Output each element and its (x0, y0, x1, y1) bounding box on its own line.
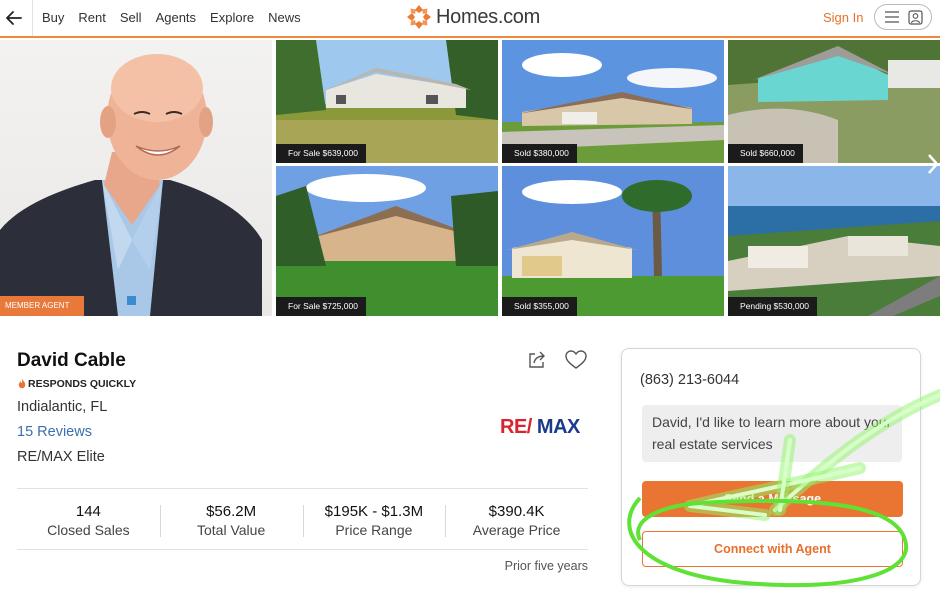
connect-with-agent-button[interactable]: Connect with Agent (642, 531, 903, 567)
listing-price-label: For Sale $639,000 (276, 144, 366, 163)
nav-explore[interactable]: Explore (210, 10, 254, 25)
stat-value: $195K - $1.3M (324, 503, 424, 520)
listing-thumbnail[interactable]: For Sale $639,000 (276, 40, 498, 163)
agent-location: Indialantic, FL (17, 399, 108, 415)
stat-value: $390.4K (488, 503, 545, 520)
nav-sell[interactable]: Sell (120, 10, 142, 25)
responds-quickly-badge: RESPONDS QUICKLY (17, 378, 136, 390)
stat-average-price: $390.4K Average Price (445, 489, 588, 549)
user-icon (907, 9, 923, 25)
nav-agents[interactable]: Agents (156, 10, 196, 25)
listing-price-label: Sold $660,000 (728, 144, 803, 163)
nav-buy[interactable]: Buy (42, 10, 64, 25)
stat-closed-sales: 144 Closed Sales (17, 489, 160, 549)
send-message-button[interactable]: Send a Message (642, 481, 903, 517)
stat-value: 144 (75, 503, 101, 520)
message-textarea[interactable]: David, I'd like to learn more about your… (642, 405, 902, 462)
house-photo (276, 166, 498, 316)
member-agent-badge: MEMBER AGENT (0, 296, 84, 316)
listing-thumbnail[interactable]: For Sale $725,000 (276, 166, 498, 316)
house-photo (502, 166, 724, 316)
menu-icon (884, 11, 899, 23)
stat-value: $56.2M (206, 503, 257, 520)
remax-logo: RE/ MAX (500, 416, 580, 439)
header-divider (32, 0, 33, 36)
chevron-right-icon[interactable] (926, 152, 940, 176)
flame-icon (18, 379, 26, 389)
nav-rent[interactable]: Rent (78, 10, 105, 25)
main-nav: Buy Rent Sell Agents Explore News (42, 10, 301, 25)
listing-thumbnail[interactable]: Sold $380,000 (502, 40, 724, 163)
reviews-link[interactable]: 15 Reviews (17, 424, 92, 440)
stat-label: Closed Sales (47, 522, 130, 538)
stat-total-value: $56.2M Total Value (159, 489, 303, 549)
heart-icon[interactable] (565, 350, 587, 370)
agent-photo (0, 40, 272, 316)
stat-label: Average Price (472, 522, 561, 538)
listing-price-label: Sold $355,000 (502, 297, 577, 316)
listing-thumbnail[interactable]: Pending $530,000 (728, 166, 940, 316)
agent-portrait (0, 54, 262, 316)
agent-phone[interactable]: (863) 213-6044 (640, 372, 739, 388)
nav-news[interactable]: News (268, 10, 301, 25)
logo-text: Homes.com (436, 5, 540, 28)
listing-price-label: Sold $380,000 (502, 144, 577, 163)
listing-thumbnail[interactable]: Sold $660,000 (728, 40, 940, 163)
stats-period-note: Prior five years (504, 559, 588, 573)
brokerage-logo-max: MAX (536, 416, 580, 438)
stat-label: Total Value (197, 522, 266, 538)
stat-label: Price Range (335, 522, 413, 538)
agent-name: David Cable (17, 350, 126, 371)
back-arrow-icon[interactable] (4, 8, 24, 28)
stats-bar: 144 Closed Sales $56.2M Total Value $195… (17, 488, 588, 550)
sign-in-link[interactable]: Sign In (823, 10, 863, 25)
listing-price-label: For Sale $725,000 (276, 297, 366, 316)
top-header: Buy Rent Sell Agents Explore News Homes.… (0, 0, 940, 38)
listing-thumbnail[interactable]: Sold $355,000 (502, 166, 724, 316)
share-icon[interactable] (527, 350, 547, 370)
homes-logo-icon (407, 5, 431, 29)
responds-label: RESPONDS QUICKLY (28, 378, 137, 390)
brokerage-name: RE/MAX Elite (17, 449, 105, 465)
house-photo (728, 166, 940, 316)
menu-button[interactable] (874, 4, 932, 30)
stat-price-range: $195K - $1.3M Price Range (302, 489, 446, 549)
brokerage-logo: RE/ (500, 416, 532, 438)
listing-price-label: Pending $530,000 (728, 297, 818, 316)
homes-logo[interactable]: Homes.com (406, 4, 540, 30)
